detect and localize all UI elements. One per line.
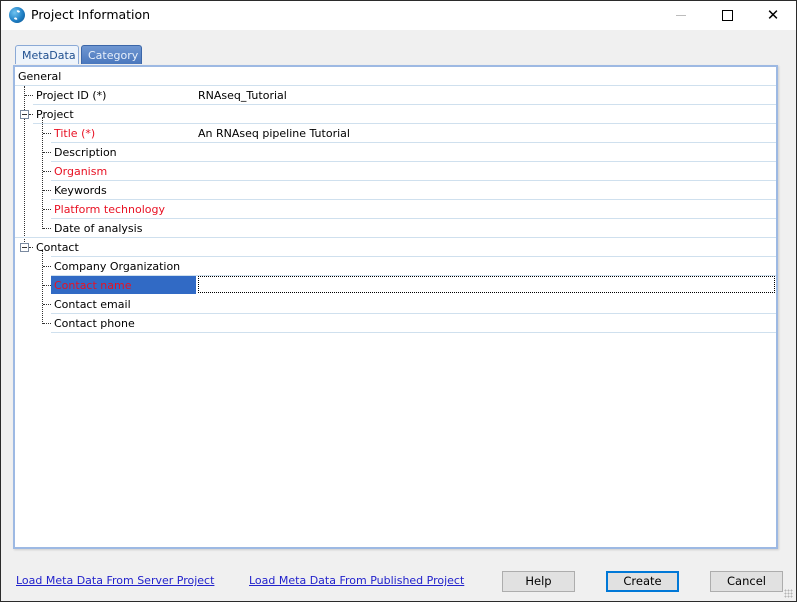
maximize-button[interactable]: [704, 1, 750, 30]
load-from-server-project-link[interactable]: Load Meta Data From Server Project: [16, 574, 214, 587]
property-label: Platform technology: [54, 203, 165, 216]
collapse-icon[interactable]: [20, 110, 29, 119]
collapse-icon[interactable]: [20, 243, 29, 252]
window-title: Project Information: [31, 7, 151, 22]
property-label: Contact email: [54, 298, 131, 311]
close-button[interactable]: ✕: [750, 1, 796, 30]
resize-grip-icon[interactable]: [784, 589, 793, 598]
property-label: Contact name: [54, 279, 132, 292]
project-information-dialog: Project Information ✕ MetaData Category …: [0, 0, 797, 602]
property-value-project-id[interactable]: RNAseq_Tutorial: [198, 89, 287, 102]
tab-metadata[interactable]: MetaData: [15, 45, 79, 64]
tree-row-project-id[interactable]: Project ID (*) RNAseq_Tutorial: [15, 86, 776, 105]
property-label: Title (*): [54, 127, 96, 140]
create-button[interactable]: Create: [606, 571, 679, 592]
minimize-icon: [676, 15, 686, 16]
app-logo-icon: [9, 7, 25, 23]
tree-row-general[interactable]: General: [15, 67, 776, 86]
property-label: Company Organization: [54, 260, 181, 273]
tree-row-contact[interactable]: Contact: [15, 238, 776, 257]
minimize-button[interactable]: [658, 1, 704, 30]
category-label: Contact: [36, 241, 79, 254]
metadata-property-grid: General Project ID (*) RNAseq_Tutorial P…: [13, 65, 778, 549]
load-from-published-project-link[interactable]: Load Meta Data From Published Project: [249, 574, 464, 587]
tree-row-title[interactable]: Title (*) An RNAseq pipeline Tutorial: [15, 124, 776, 143]
tree-row-contact-name[interactable]: Contact name: [15, 276, 776, 295]
property-label: Contact phone: [54, 317, 135, 330]
tree-row-contact-phone[interactable]: Contact phone: [15, 314, 776, 333]
tree-row-contact-email[interactable]: Contact email: [15, 295, 776, 314]
category-label: Project: [36, 108, 74, 121]
tree-row-platform-technology[interactable]: Platform technology: [15, 200, 776, 219]
cancel-button[interactable]: Cancel: [710, 571, 783, 592]
property-label: Project ID (*): [36, 89, 107, 102]
help-button[interactable]: Help: [502, 571, 575, 592]
property-editor-contact-name[interactable]: [198, 276, 775, 293]
tree-row-description[interactable]: Description: [15, 143, 776, 162]
tab-category[interactable]: Category: [81, 45, 142, 64]
category-label: General: [18, 70, 62, 83]
property-label: Organism: [54, 165, 108, 178]
property-value-title[interactable]: An RNAseq pipeline Tutorial: [198, 127, 350, 140]
tree-row-company-organization[interactable]: Company Organization: [15, 257, 776, 276]
tree-row-date-of-analysis[interactable]: Date of analysis: [15, 219, 776, 238]
tree-row-keywords[interactable]: Keywords: [15, 181, 776, 200]
close-icon: ✕: [766, 6, 780, 24]
property-label: Date of analysis: [54, 222, 143, 235]
property-label: Keywords: [54, 184, 107, 197]
property-label: Description: [54, 146, 117, 159]
maximize-icon: [721, 10, 733, 21]
title-bar: Project Information ✕: [1, 1, 796, 30]
tree-row-organism[interactable]: Organism: [15, 162, 776, 181]
tree-row-project[interactable]: Project: [15, 105, 776, 124]
